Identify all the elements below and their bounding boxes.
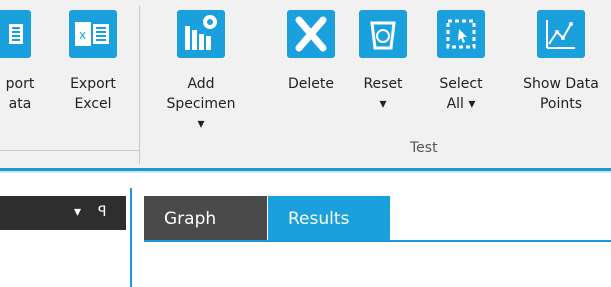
panel-divider [130,188,132,287]
ribbon-group-label-test: Test [410,140,438,156]
tab-graph-label: Graph [164,209,217,229]
show-data-points-label: Show Data Points [523,76,599,112]
tab-graph[interactable]: Graph [144,196,267,240]
recycle-bin-icon [359,10,407,58]
side-panel-header: ▾ ꟼ [0,196,126,230]
ribbon-group-separator [139,6,140,164]
ribbon-bottom-shadow [0,171,611,173]
delete-x-icon [287,10,335,58]
excel-icon: x [69,10,117,58]
svg-text:x: x [79,28,86,42]
panel-pin-icon[interactable]: ꟼ [98,204,106,220]
show-data-points-icon [537,10,585,58]
select-all-icon [437,10,485,58]
delete-button[interactable]: Delete [276,10,346,94]
tab-results-label: Results [288,209,350,229]
add-specimen-icon [177,10,225,58]
show-data-points-button[interactable]: Show Data Points [514,10,608,114]
reset-button[interactable]: Reset ▾ [348,10,418,114]
export-data-label: port ata [5,76,35,112]
select-all-label: Select All ▾ [439,76,483,112]
export-excel-button[interactable]: x Export Excel [58,10,128,114]
add-specimen-label: Add Specimen ▾ [166,76,236,132]
tab-results[interactable]: Results [268,196,390,240]
reset-label: Reset ▾ [363,76,403,112]
export-data-icon [0,10,31,58]
tab-strip-underline [144,240,611,242]
export-data-button[interactable]: port ata [0,10,42,114]
select-all-button[interactable]: Select All ▾ [426,10,496,114]
panel-dropdown-icon[interactable]: ▾ [74,204,81,220]
add-specimen-button[interactable]: Add Specimen ▾ [166,10,236,134]
delete-label: Delete [288,76,334,92]
ribbon-group-bottom-line [0,150,139,151]
export-excel-label: Export Excel [70,76,116,112]
